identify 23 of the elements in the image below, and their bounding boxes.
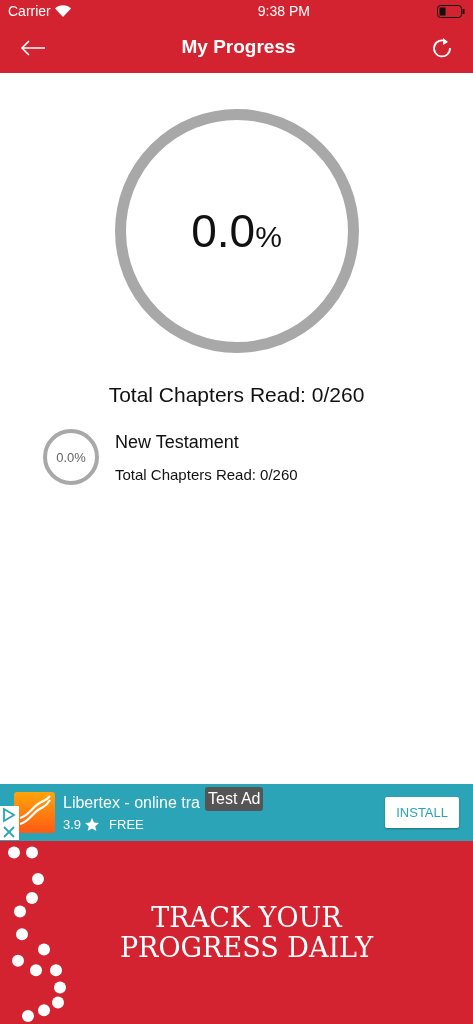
wifi-icon: [54, 5, 71, 17]
total-chapters-label: Total Chapters Read: 0/260: [108, 382, 365, 408]
battery-icon: [437, 4, 465, 18]
percent-label: 0.0%: [191, 203, 282, 259]
percent-label: 0.0%: [56, 448, 86, 467]
banner-headline: PROGRESS DAILY: [118, 932, 374, 963]
progress-ring: [43, 429, 99, 486]
price-label: FREE: [109, 815, 144, 834]
rating-label: 3.9: [63, 815, 82, 834]
carrier-label: Carrier: [8, 1, 51, 21]
app-logo-icon: [14, 792, 55, 833]
clock-label: 9:38 PM: [257, 1, 310, 21]
refresh-icon[interactable]: [431, 36, 453, 59]
banner-headline: TRACK YOUR: [150, 902, 344, 933]
star-icon: [85, 818, 100, 831]
screen-title: My Progress: [181, 36, 296, 59]
ad-title: Libertex - online tra: [63, 792, 200, 813]
test-ad-label: Test Ad: [205, 787, 264, 811]
back-arrow-icon[interactable]: [20, 39, 46, 56]
book-title: New Testament: [115, 430, 240, 454]
chapters-read-label: Total Chapters Read: 0/260: [115, 464, 298, 485]
install-button[interactable]: INSTALL: [385, 796, 459, 829]
ad-choices-icon[interactable]: [0, 806, 19, 840]
